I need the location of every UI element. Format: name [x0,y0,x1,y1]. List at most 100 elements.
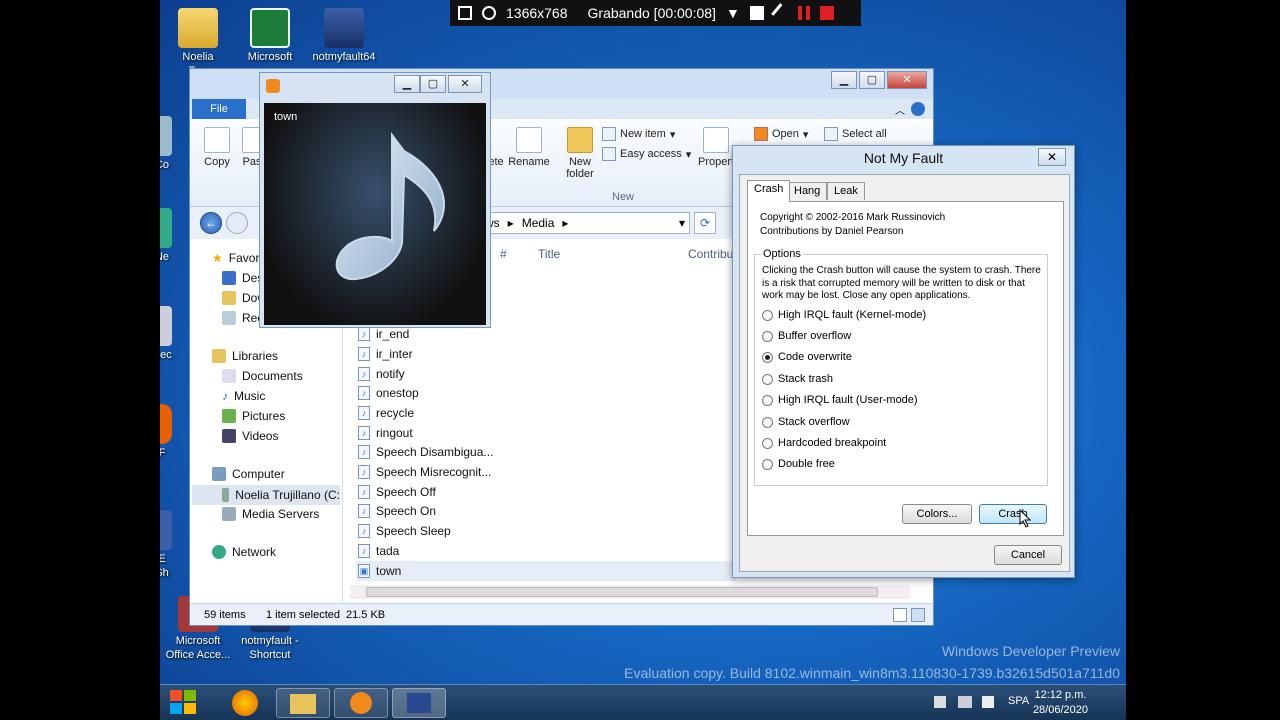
file-item[interactable]: ♪ Speech Sleep [358,524,451,538]
close-button[interactable]: ✕ [448,75,482,93]
taskbar-explorer[interactable] [276,688,330,718]
nav-recent[interactable]: Rec [222,311,263,325]
file-item[interactable]: ♪ onestop [358,386,419,400]
radio-button[interactable] [762,437,773,449]
tab-hang[interactable]: Hang [787,182,828,200]
column-header-contributing[interactable]: Contribu [688,247,733,261]
tab-file[interactable]: File [192,99,246,119]
minimize-button[interactable]: ▁ [394,75,420,93]
clock[interactable]: 12:12 p.m. 28/06/2020 [1033,688,1088,718]
file-item[interactable]: ♪ Speech On [358,504,436,518]
network-tray-icon[interactable] [958,696,972,708]
new-item-button[interactable]: New item ▾ [602,127,675,141]
forward-button[interactable] [226,212,248,234]
chevron-up-icon[interactable]: ︿ [895,102,905,117]
option-code-overwrite[interactable]: Code overwrite [762,351,852,363]
close-button[interactable]: ✕ [1038,148,1066,166]
file-item[interactable]: ♪ ir_end [358,327,409,341]
volume-icon[interactable] [982,696,994,708]
open-button[interactable]: Open ▾ [754,127,808,141]
file-item[interactable]: ♪ Speech Off [358,485,436,499]
crash-button[interactable]: Crash [979,504,1047,524]
desktop-icon-shortcut[interactable]: E Sh [160,510,182,580]
desktop-icon-computer[interactable]: Co [160,116,182,172]
refresh-button[interactable]: ⟳ [694,212,716,234]
scrollbar-thumb[interactable] [366,587,878,597]
start-button[interactable] [168,687,204,719]
maximize-button[interactable]: ▢ [859,71,885,89]
desktop-icon-notmyfault64[interactable]: notmyfault64 [308,8,380,64]
nav-computer[interactable]: Computer [212,467,285,481]
option-high-irql-kernel[interactable]: High IRQL fault (Kernel-mode) [762,309,926,321]
option-high-irql-user[interactable]: High IRQL fault (User-mode) [762,394,918,406]
file-item-selected[interactable]: ▣ town [356,561,736,581]
radio-button[interactable] [762,330,773,342]
tab-crash[interactable]: Crash [747,180,791,202]
close-button[interactable]: ✕ [887,71,927,89]
rename-button[interactable]: Rename [508,127,550,168]
nav-media-servers[interactable]: Media Servers [222,507,319,521]
back-button[interactable]: ← [200,212,222,234]
radio-button[interactable] [762,416,773,428]
copy-button[interactable]: Copy [202,127,232,168]
radio-button[interactable] [762,373,773,385]
radio-button[interactable] [762,458,773,470]
stop-icon[interactable] [819,6,834,20]
details-view-icon[interactable] [893,608,907,622]
colors-button[interactable]: Colors... [902,504,972,524]
file-item[interactable]: ♪ notify [358,367,405,381]
minimize-button[interactable]: ▁ [831,71,857,89]
file-item[interactable]: ♪ tada [358,544,399,558]
option-stack-trash[interactable]: Stack trash [762,373,833,385]
new-folder-button[interactable]: New folder [562,127,598,180]
nav-desktop[interactable]: Des [222,271,263,285]
flag-icon[interactable] [934,696,946,708]
camera-icon[interactable] [749,6,764,20]
option-hardcoded-breakpoint[interactable]: Hardcoded breakpoint [762,437,886,449]
file-item[interactable]: ♪ ringout [358,426,413,440]
desktop-icon-excel[interactable]: Microsoft [234,8,306,64]
tab-leak[interactable]: Leak [827,182,865,200]
pen-icon[interactable] [770,3,791,23]
nav-network[interactable]: Network [212,545,276,559]
easy-access-button[interactable]: Easy access ▾ [602,147,691,161]
column-header-title[interactable]: Title [538,247,560,261]
nav-videos[interactable]: Videos [222,429,278,443]
taskbar-firefox[interactable] [218,688,272,718]
file-item[interactable]: ♪ Speech Disambigua... [358,445,493,459]
desktop-icon-network[interactable]: Ne [160,208,182,264]
nav-documents[interactable]: Documents [222,369,303,383]
option-double-free[interactable]: Double free [762,458,835,470]
desktop-icon-recycle[interactable]: Rec [160,306,182,362]
large-icons-view-icon[interactable] [911,608,925,622]
resize-icon[interactable] [458,6,472,20]
option-buffer-overflow[interactable]: Buffer overflow [762,330,851,342]
radio-button[interactable] [762,394,773,406]
select-all-button[interactable]: Select all [824,127,887,141]
nav-favorites[interactable]: ★ Favor [212,251,259,265]
language-indicator[interactable]: SPA [1008,695,1029,707]
taskbar-notmyfault[interactable] [392,688,446,718]
file-item[interactable]: ♪ recycle [358,406,414,420]
maximize-button[interactable]: ▢ [420,75,446,93]
properties-button[interactable]: Propert [698,127,734,168]
option-stack-overflow[interactable]: Stack overflow [762,416,850,428]
player-screen[interactable]: town [264,103,486,325]
radio-button[interactable] [762,309,773,321]
address-dropdown-icon[interactable]: ▾ [679,216,685,230]
file-item[interactable]: ♪ Speech Misrecognit... [358,465,491,479]
column-header-number[interactable]: # [500,247,507,261]
nav-pictures[interactable]: Pictures [222,409,285,423]
file-item[interactable]: ♪ ir_inter [358,347,413,361]
radio-button-selected[interactable] [762,351,773,363]
horizontal-scrollbar[interactable] [350,585,910,599]
help-icon[interactable] [911,102,925,116]
desktop-icon-firefox[interactable]: F [160,404,182,460]
taskbar-media-player[interactable] [334,688,388,718]
pause-icon[interactable] [797,6,810,20]
cancel-button[interactable]: Cancel [994,545,1062,565]
nav-drive-c[interactable]: Noelia Trujillano (C: [192,485,340,505]
search-icon[interactable] [482,6,496,20]
nav-libraries[interactable]: Libraries [212,349,278,363]
address-segment-media[interactable]: Media [522,216,555,230]
